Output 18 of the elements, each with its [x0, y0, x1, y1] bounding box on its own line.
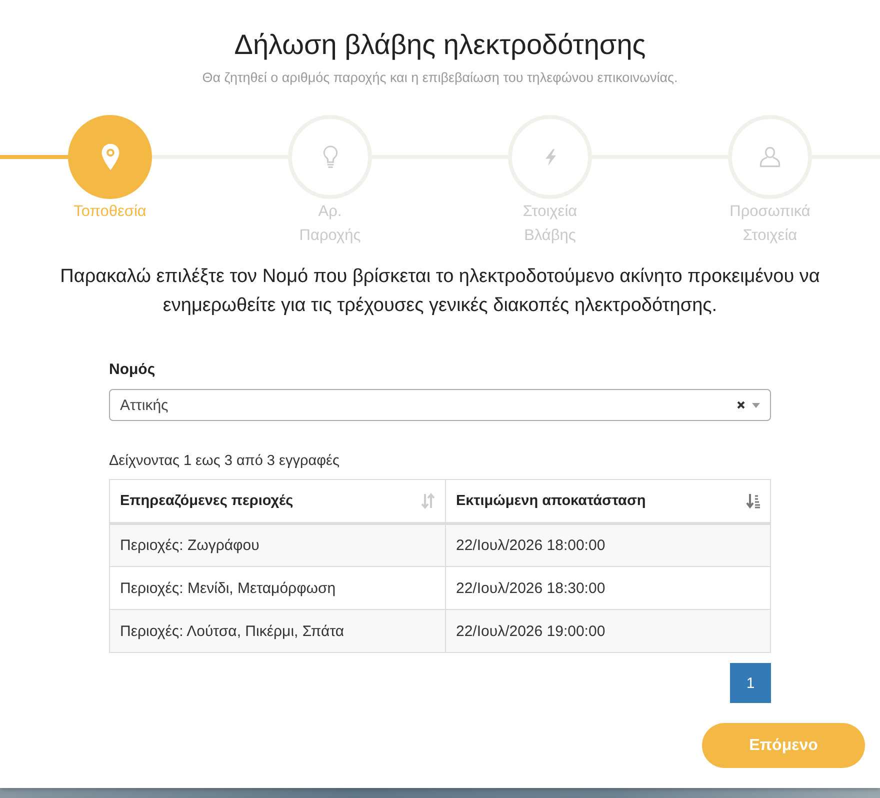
- dialog-title: Δήλωση βλάβης ηλεκτροδότησης: [233, 28, 647, 62]
- lightbulb-icon: [322, 145, 338, 169]
- table-cell: Περιοχές: Λούτσα, Πικέρμι, Σπάτα: [110, 610, 446, 652]
- lightning-icon: [542, 148, 558, 166]
- table-info-text: Δείχνοντας 1 εως 3 από 3 εγγραφές: [109, 452, 340, 471]
- page-button[interactable]: 1: [730, 663, 771, 703]
- dialog-subtitle: Θα ζητηθεί ο αριθμός παροχής και η επιβεβαίωση του τηλεφώνου επικοινωνίας.: [201, 69, 679, 87]
- table-cell: 22/Ιουλ/2026 19:00:00: [446, 610, 770, 652]
- clear-icon[interactable]: [737, 401, 745, 409]
- person-icon: [759, 146, 781, 168]
- field-label: Νομός: [109, 360, 156, 380]
- county-select[interactable]: Αττικής: [109, 389, 771, 421]
- map-pin-icon: [100, 143, 120, 171]
- instructions-text: Παρακαλώ επιλέξτε τον Νομό που βρίσκεται το ηλεκτροδοτούμενο ακίνητο προκειμένου να ενημερωθείτε για τις τρέχουσες γενικές διακοπές ηλεκτροδότησης.: [59, 265, 821, 318]
- table-cell: 22/Ιουλ/2026 18:00:00: [446, 524, 770, 566]
- table-cell: Περιοχές: Ζωγράφου: [110, 524, 446, 566]
- caret-icon: [752, 402, 760, 408]
- step-label: Τοποθεσία: [74, 202, 146, 222]
